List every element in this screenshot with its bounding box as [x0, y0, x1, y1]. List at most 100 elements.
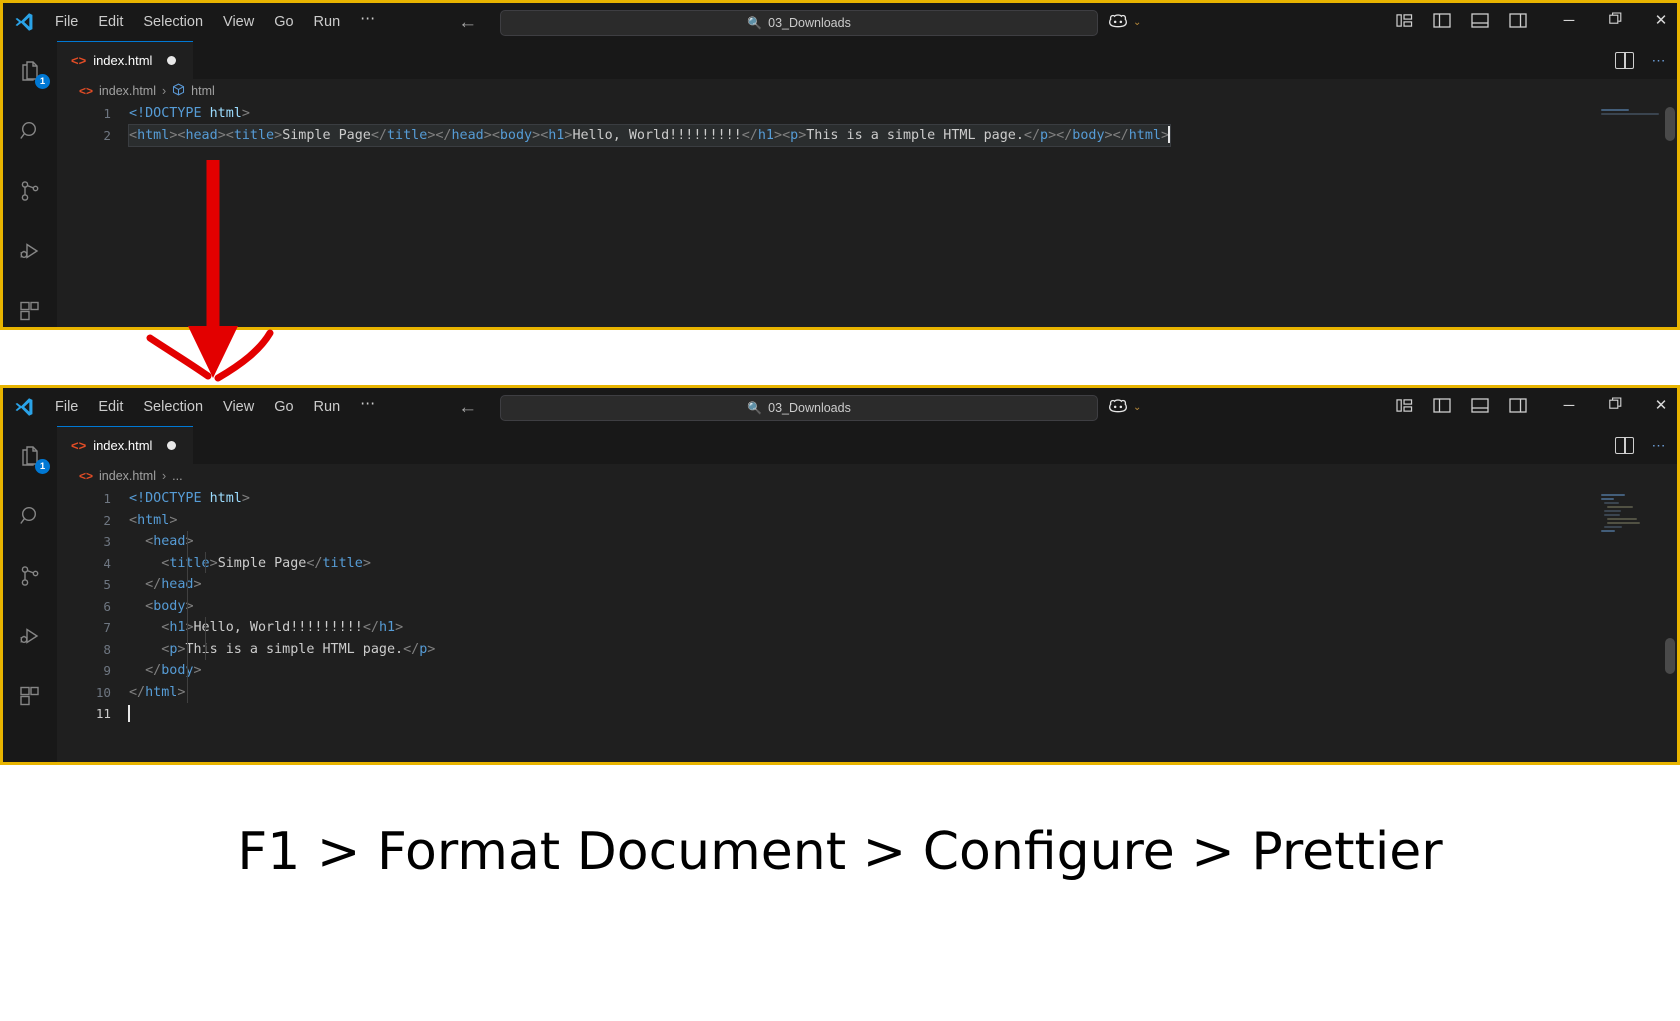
code-text[interactable]: <html><head><title>Simple Page</title></…: [128, 123, 1171, 147]
window-controls-top[interactable]: ─ ✕: [1561, 11, 1669, 30]
code-text[interactable]: <h1>Hello, World!!!!!!!!!</h1>: [129, 617, 403, 639]
customize-layout-icon[interactable]: [1396, 13, 1413, 33]
close-button[interactable]: ✕: [1653, 11, 1669, 29]
restore-button[interactable]: [1607, 396, 1623, 414]
scrollbar-top[interactable]: [1665, 107, 1675, 141]
command-center-top[interactable]: 🔍 03_Downloads: [500, 10, 1098, 36]
breadcrumb-symbol[interactable]: html: [191, 84, 215, 98]
code-line[interactable]: 2 <html>: [57, 510, 1677, 532]
source-control-icon[interactable]: [14, 175, 46, 207]
breadcrumb-file[interactable]: index.html: [99, 84, 156, 98]
more-actions-icon[interactable]: ⋯: [1652, 53, 1668, 67]
code-line[interactable]: 1 <!DOCTYPE html>: [57, 488, 1677, 510]
code-line[interactable]: 1 <!DOCTYPE html>: [57, 103, 1677, 125]
scrollbar-bottom[interactable]: [1665, 638, 1675, 674]
menu-bar-bottom[interactable]: File Edit Selection View Go Run ⋯: [45, 396, 386, 419]
menu-item-file[interactable]: File: [45, 11, 88, 34]
run-and-debug-icon[interactable]: [14, 620, 46, 652]
code-text[interactable]: <!DOCTYPE html>: [129, 488, 250, 510]
menu-item-view[interactable]: View: [213, 11, 264, 34]
menu-item-more[interactable]: ⋯: [350, 396, 386, 418]
copilot-menu-top[interactable]: ⌄: [1108, 12, 1141, 33]
search-icon[interactable]: [14, 500, 46, 532]
menu-item-more[interactable]: ⋯: [350, 11, 386, 33]
menu-item-selection[interactable]: Selection: [133, 396, 213, 419]
toggle-secondary-sidebar-icon[interactable]: [1509, 13, 1527, 33]
code-text[interactable]: <html>: [129, 510, 177, 532]
toggle-primary-sidebar-icon[interactable]: [1433, 13, 1451, 33]
code-text[interactable]: <body>: [129, 596, 193, 618]
extensions-icon[interactable]: [14, 680, 46, 712]
menu-item-go[interactable]: Go: [264, 11, 303, 34]
chevron-down-icon[interactable]: ⌄: [1133, 17, 1141, 28]
menu-item-run[interactable]: Run: [304, 11, 351, 34]
toggle-secondary-sidebar-icon[interactable]: [1509, 398, 1527, 418]
code-text[interactable]: <!DOCTYPE html>: [129, 103, 250, 125]
minimize-button[interactable]: ─: [1561, 12, 1577, 29]
menu-item-view[interactable]: View: [213, 396, 264, 419]
menu-item-edit[interactable]: Edit: [88, 11, 133, 34]
code-text[interactable]: </head>: [129, 574, 201, 596]
activity-bar-bottom[interactable]: 1: [3, 426, 57, 762]
menu-item-selection[interactable]: Selection: [133, 11, 213, 34]
code-text[interactable]: <title>Simple Page</title>: [129, 553, 371, 575]
menu-item-edit[interactable]: Edit: [88, 396, 133, 419]
code-line[interactable]: 5 </head>: [57, 574, 1677, 596]
explorer-icon[interactable]: 1: [14, 55, 50, 89]
code-line[interactable]: 6 <body>: [57, 596, 1677, 618]
copilot-icon[interactable]: [1108, 397, 1128, 418]
window-controls-bottom[interactable]: ─ ✕: [1561, 396, 1669, 415]
search-icon[interactable]: [14, 115, 46, 147]
unsaved-indicator-icon[interactable]: [167, 56, 177, 65]
copilot-icon[interactable]: [1108, 12, 1128, 33]
editor-actions-top[interactable]: ⋯: [1614, 41, 1668, 79]
breadcrumb-symbol[interactable]: ...: [172, 469, 182, 483]
code-line[interactable]: 3 <head>: [57, 531, 1677, 553]
toggle-panel-icon[interactable]: [1471, 398, 1489, 418]
code-text[interactable]: </body>: [129, 660, 201, 682]
tab-index-html[interactable]: <> index.html: [57, 426, 193, 464]
restore-button[interactable]: [1607, 11, 1623, 29]
activity-bar-top[interactable]: 1: [3, 41, 57, 327]
extensions-icon[interactable]: [14, 295, 46, 327]
customize-layout-icon[interactable]: [1396, 398, 1413, 418]
minimap-bottom[interactable]: [1601, 494, 1663, 534]
minimize-button[interactable]: ─: [1561, 397, 1577, 414]
split-editor-icon[interactable]: [1614, 51, 1634, 69]
command-center-bottom[interactable]: 🔍 03_Downloads: [500, 395, 1098, 421]
breadcrumb-bottom[interactable]: <> index.html › ...: [57, 464, 1677, 488]
toggle-primary-sidebar-icon[interactable]: [1433, 398, 1451, 418]
run-and-debug-icon[interactable]: [14, 235, 46, 267]
code-line[interactable]: 9 </body>: [57, 660, 1677, 682]
code-text[interactable]: <p>This is a simple HTML page.</p>: [129, 639, 435, 661]
copilot-menu-bottom[interactable]: ⌄: [1108, 397, 1141, 418]
source-control-icon[interactable]: [14, 560, 46, 592]
code-editor-top[interactable]: 1 <!DOCTYPE html> 2 <html><head><title>Simp…: [57, 103, 1677, 327]
menu-item-go[interactable]: Go: [264, 396, 303, 419]
menu-item-file[interactable]: File: [45, 396, 88, 419]
unsaved-indicator-icon[interactable]: [167, 441, 177, 450]
code-line[interactable]: 10 </html>: [57, 682, 1677, 704]
code-editor-bottom[interactable]: 1 <!DOCTYPE html> 2 <html> 3 <head> 4 <title>…: [57, 488, 1677, 762]
tab-index-html[interactable]: <> index.html: [57, 41, 193, 79]
close-button[interactable]: ✕: [1653, 396, 1669, 414]
back-arrow-icon[interactable]: ←: [458, 13, 477, 32]
menu-item-run[interactable]: Run: [304, 396, 351, 419]
more-actions-icon[interactable]: ⋯: [1652, 438, 1668, 452]
layout-controls-top[interactable]: [1396, 13, 1527, 33]
breadcrumb-top[interactable]: <> index.html › html: [57, 79, 1677, 103]
code-line[interactable]: 2 <html><head><title>Simple Page</title><…: [57, 123, 1677, 147]
explorer-icon[interactable]: 1: [14, 440, 50, 474]
breadcrumb-file[interactable]: index.html: [99, 469, 156, 483]
code-line[interactable]: 11: [57, 703, 1677, 725]
code-text[interactable]: <head>: [129, 531, 193, 553]
menu-bar-top[interactable]: File Edit Selection View Go Run ⋯: [45, 11, 386, 34]
toggle-panel-icon[interactable]: [1471, 13, 1489, 33]
editor-actions-bottom[interactable]: ⋯: [1614, 426, 1668, 464]
chevron-down-icon[interactable]: ⌄: [1133, 402, 1141, 413]
layout-controls-bottom[interactable]: [1396, 398, 1527, 418]
code-text[interactable]: [128, 703, 130, 725]
back-arrow-icon[interactable]: ←: [458, 398, 477, 417]
code-line[interactable]: 8 <p>This is a simple HTML page.</p>: [57, 639, 1677, 661]
code-line[interactable]: 7 <h1>Hello, World!!!!!!!!!</h1>: [57, 617, 1677, 639]
